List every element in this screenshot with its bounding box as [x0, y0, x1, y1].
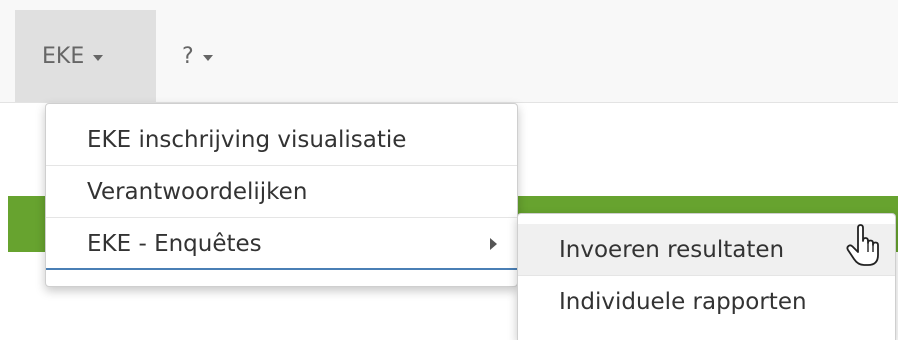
submenu-item-label: Individuele rapporten [559, 289, 807, 315]
hand-pointer-cursor-icon [846, 224, 879, 266]
nav-eke-dropdown[interactable]: EKE [15, 10, 156, 102]
submenu-item-label: Invoeren resultaten [559, 237, 785, 263]
nav-help-dropdown[interactable]: ? [172, 10, 213, 102]
caret-right-icon [490, 238, 497, 250]
navbar: EKE ? [0, 0, 898, 103]
menu-item-enquetes[interactable]: EKE - Enquêtes [46, 218, 517, 270]
caret-down-icon [93, 54, 104, 61]
submenu-item-individuele-rapporten[interactable]: Individuele rapporten [518, 276, 895, 328]
enquetes-submenu: Invoeren resultaten Individuele rapporte… [517, 213, 896, 340]
nav-eke-label: EKE [42, 43, 85, 69]
menu-item-verantwoordelijken[interactable]: Verantwoordelijken [46, 166, 517, 218]
menu-item-inschrijving-visualisatie[interactable]: EKE inschrijving visualisatie [46, 114, 517, 166]
menu-item-label: EKE inschrijving visualisatie [87, 127, 407, 153]
submenu-item-invoeren-resultaten[interactable]: Invoeren resultaten [518, 224, 895, 276]
nav-help-label: ? [182, 43, 194, 69]
menu-item-label: Verantwoordelijken [87, 179, 308, 205]
menu-item-label: EKE - Enquêtes [87, 231, 262, 257]
caret-down-icon [202, 54, 213, 61]
eke-dropdown-menu: EKE inschrijving visualisatie Verantwoor… [45, 103, 518, 287]
